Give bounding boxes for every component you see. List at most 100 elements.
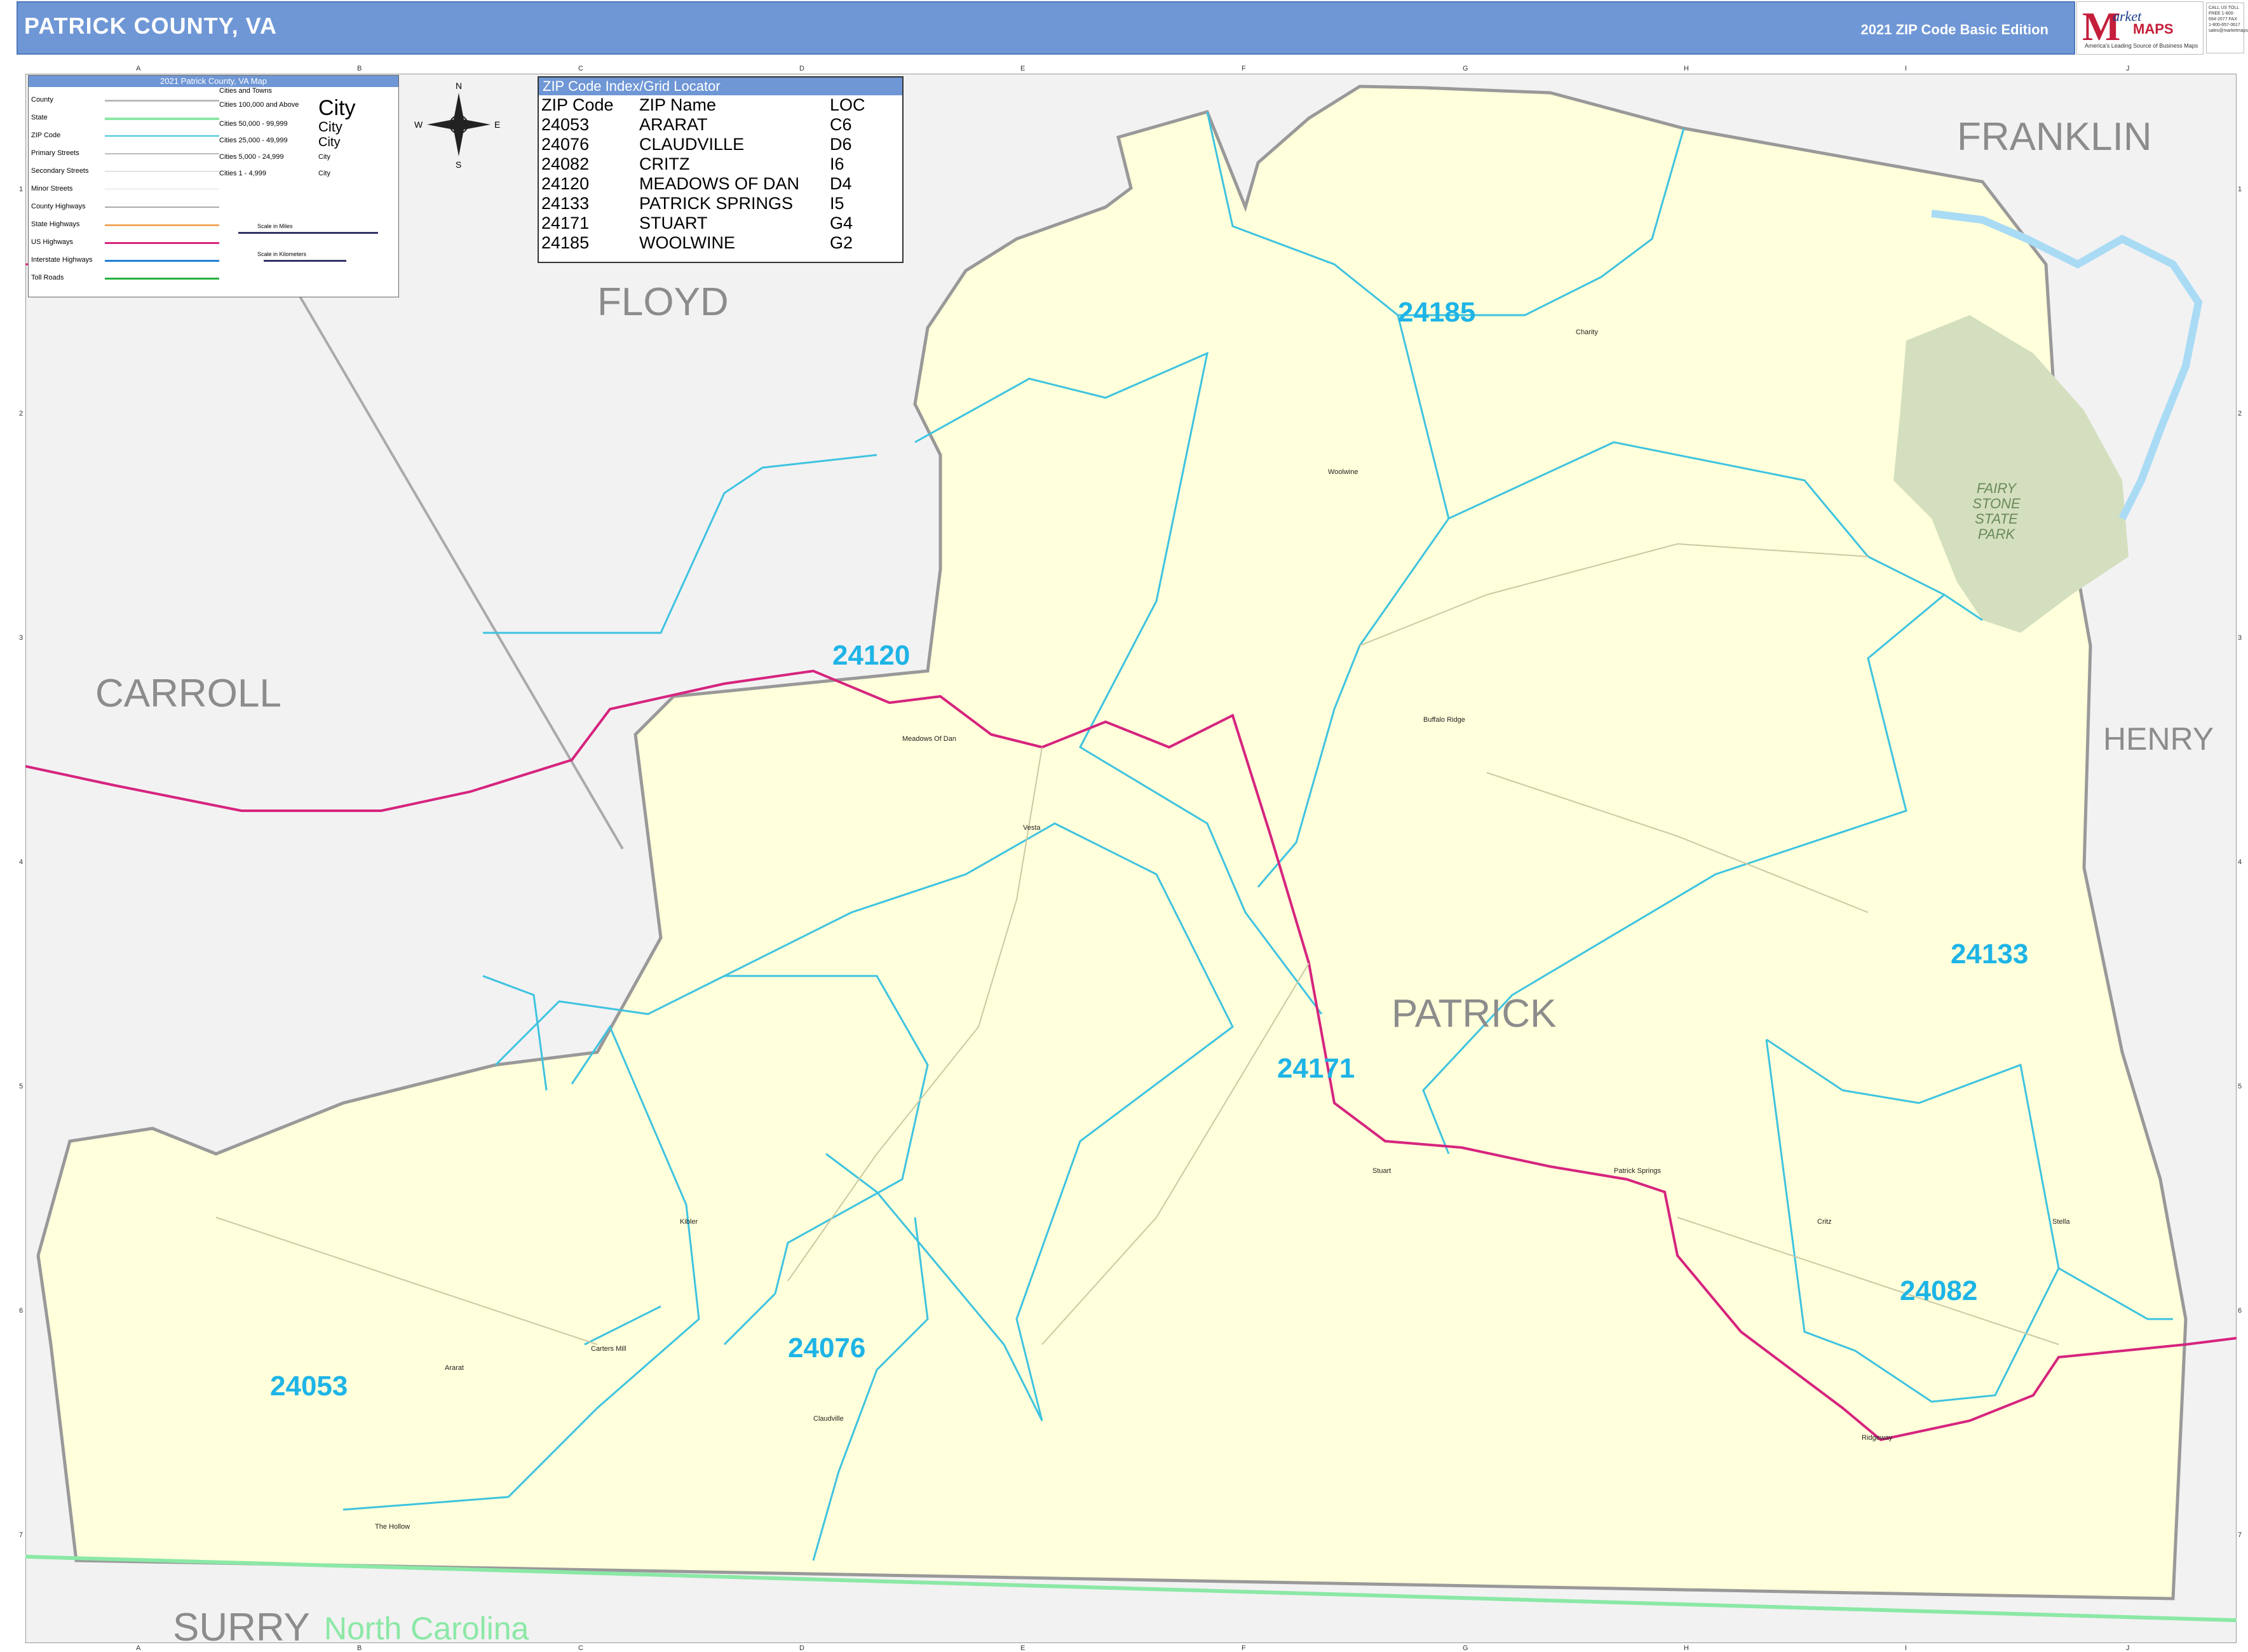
town-ararat: Ararat <box>445 1364 464 1372</box>
label-floyd: FLOYD <box>597 280 729 324</box>
legend-item-state: State <box>31 114 48 121</box>
market-maps-logo[interactable]: M arket MAPS America's Leading Source of… <box>2076 1 2204 55</box>
zip-loc-cell: G4 <box>830 213 853 233</box>
legend-city-size-0: Cities 100,000 and Above <box>219 101 299 109</box>
grid-row-label: 5 <box>2238 1082 2242 1090</box>
zip-name-cell: WOOLWINE <box>639 233 735 252</box>
compass-n: N <box>456 81 462 91</box>
legend-city-size-3: Cities 5,000 - 24,999 <box>219 153 284 161</box>
park-label-line3: STATE <box>1975 511 2018 527</box>
grid-col-label: D <box>799 1644 804 1652</box>
label-patrick: PATRICK <box>1391 992 1557 1036</box>
table-row: 24185 WOOLWINE G2 <box>541 233 868 253</box>
legend-city-sample-0: City <box>318 96 356 120</box>
compass-s: S <box>456 159 461 170</box>
town-patrick-springs: Patrick Springs <box>1614 1167 1661 1175</box>
zip-label-24053: 24053 <box>270 1371 348 1402</box>
zip-label-24120: 24120 <box>832 640 910 671</box>
table-row: 24082 CRITZ I6 <box>541 154 868 174</box>
legend-scale-bar-miles <box>238 232 378 234</box>
grid-col-label: G <box>1463 1644 1468 1652</box>
legend-item-minor: Minor Streets <box>31 185 73 193</box>
town-the-hollow: The Hollow <box>375 1523 410 1531</box>
zip-index-header-row: ZIP Code ZIP Name LOC <box>541 95 868 115</box>
grid-col-label: F <box>1242 65 1246 72</box>
zip-loc-cell: C6 <box>830 115 852 134</box>
legend-city-sample-3: City <box>318 153 330 161</box>
grid-col-label: B <box>357 65 362 72</box>
grid-col-label: J <box>2126 1644 2130 1652</box>
grid-col-label: C <box>578 65 583 72</box>
legend-city-sample-1: City <box>318 119 342 135</box>
town-claudville: Claudville <box>813 1415 844 1423</box>
label-carroll: CARROLL <box>95 672 281 715</box>
grid-row-label: 3 <box>2238 634 2242 642</box>
legend-item-county-hwy: County Highways <box>31 203 86 210</box>
zip-code-cell: 24185 <box>541 233 590 252</box>
map-canvas[interactable]: FLOYD FRANKLIN CARROLL HENRY PATRICK SUR… <box>25 74 2237 1643</box>
legend-item-interstate: Interstate Highways <box>31 256 93 264</box>
compass-e: E <box>494 119 500 130</box>
contact-box: CALL US TOLL FREE 1-800-694-2077 FAX 1-8… <box>2206 3 2248 53</box>
park-label: FAIRY STONE STATE PARK <box>1972 480 2021 542</box>
town-woolwine: Woolwine <box>1328 468 1358 476</box>
grid-col-label: D <box>799 65 804 72</box>
zip-name-cell: CRITZ <box>639 154 690 173</box>
map-legend: 2021 Patrick County, VA Map County State… <box>28 75 399 297</box>
legend-scale-miles: Scale in Miles <box>257 223 293 229</box>
zip-name-cell: STUART <box>639 213 708 233</box>
town-ridgeway: Ridgeway <box>1862 1434 1893 1442</box>
grid-row-label: 2 <box>2238 410 2242 418</box>
legend-cities-header: Cities and Towns <box>219 87 272 95</box>
zip-code-index: ZIP Code Index/Grid Locator ZIP Code ZIP… <box>538 76 904 263</box>
label-north-carolina: North Carolina <box>324 1611 529 1643</box>
logo-tagline: America's Leading Source of Business Map… <box>2085 43 2198 49</box>
zip-code-cell: 24076 <box>541 135 590 154</box>
zip-name-cell: ARARAT <box>639 115 708 134</box>
zip-name-cell: MEADOWS OF DAN <box>639 174 800 193</box>
table-row: 24171 STUART G4 <box>541 213 868 233</box>
grid-col-label: A <box>136 65 141 72</box>
legend-swatch-us-hwy <box>105 242 219 244</box>
grid-col-label: H <box>1684 1644 1689 1652</box>
town-stuart: Stuart <box>1372 1167 1391 1175</box>
legend-item-toll: Toll Roads <box>31 274 64 281</box>
grid-col-label: I <box>1905 65 1907 72</box>
logo-maps: MAPS <box>2133 21 2174 37</box>
compass-w: W <box>414 119 423 130</box>
legend-swatch-county-hwy <box>105 207 219 208</box>
zip-code-cell: 24120 <box>541 174 590 193</box>
zip-col-header-code: ZIP Code <box>541 95 614 114</box>
grid-row-label: 2 <box>19 410 24 418</box>
grid-row-label: 6 <box>19 1306 24 1315</box>
legend-swatch-state-hwy <box>105 224 219 226</box>
zip-name-cell: PATRICK SPRINGS <box>639 194 794 213</box>
zip-code-cell: 24053 <box>541 115 590 134</box>
legend-swatch-toll <box>105 278 219 280</box>
zip-code-cell: 24133 <box>541 194 590 213</box>
grid-row-label: 6 <box>2238 1306 2242 1315</box>
park-label-line2: STONE <box>1972 496 2021 511</box>
table-row: 24120 MEADOWS OF DAN D4 <box>541 174 868 194</box>
grid-col-label: J <box>2126 65 2130 72</box>
zip-loc-cell: G2 <box>830 233 853 252</box>
town-kibler: Kibler <box>680 1218 698 1226</box>
legend-item-secondary: Secondary Streets <box>31 167 89 175</box>
town-stella: Stella <box>2052 1218 2070 1226</box>
label-henry: HENRY <box>2103 721 2214 757</box>
label-franklin: FRANKLIN <box>1957 115 2152 159</box>
header-bar: PATRICK COUNTY, VA 2021 ZIP Code Basic E… <box>17 1 2075 55</box>
town-meadows-of-dan: Meadows Of Dan <box>902 735 956 743</box>
grid-col-label: E <box>1020 65 1026 72</box>
edition-label: 2021 ZIP Code Basic Edition <box>1860 22 2048 37</box>
legend-swatch-county <box>105 100 219 102</box>
grid-row-label: 1 <box>2238 186 2242 194</box>
legend-city-sample-2: City <box>318 135 341 149</box>
zip-code-cell: 24171 <box>541 213 590 233</box>
legend-item-county: County <box>31 96 53 104</box>
legend-swatch-primary <box>105 153 219 154</box>
legend-city-sample-4: City <box>318 170 330 177</box>
legend-city-size-1: Cities 50,000 - 99,999 <box>219 120 288 128</box>
grid-row-label: 7 <box>19 1531 24 1539</box>
legend-city-size-4: Cities 1 - 4,999 <box>219 170 266 177</box>
